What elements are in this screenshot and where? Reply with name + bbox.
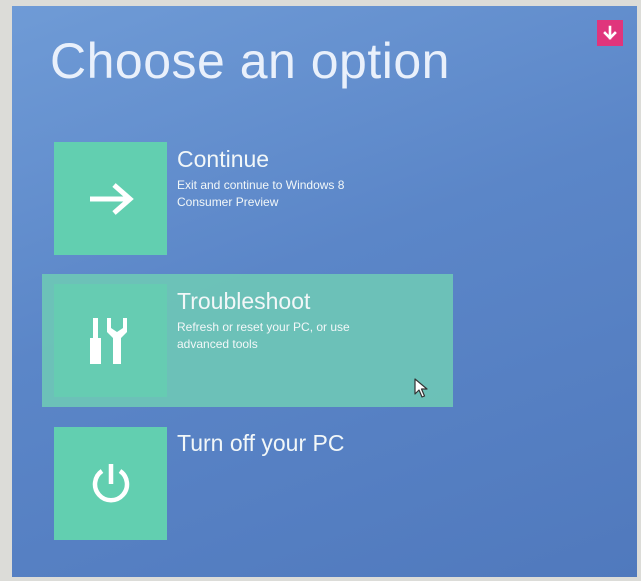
page-title: Choose an option [50,33,450,89]
option-title-troubleshoot: Troubleshoot [177,288,311,314]
troubleshoot-tile[interactable] [54,284,167,397]
scroll-down-button[interactable] [597,20,623,46]
arrow-down-icon [603,25,617,40]
mouse-cursor-icon [414,378,428,398]
option-description-troubleshoot: Refresh or reset your PC, or use advance… [177,320,350,351]
option-description-continue: Exit and continue to Windows 8 Consumer … [177,178,345,209]
recovery-screen: Choose an option Continue Exit and conti… [12,6,637,577]
arrow-right-icon [89,182,134,215]
continue-option[interactable]: Continue Exit and continue to Windows 8 … [177,146,397,211]
turn-off-tile[interactable] [54,427,167,540]
power-icon [92,463,129,502]
option-title-turn-off: Turn off your PC [177,430,345,456]
tools-icon [89,317,127,364]
troubleshoot-option[interactable]: Troubleshoot Refresh or reset your PC, o… [177,288,397,353]
turn-off-option[interactable]: Turn off your PC [177,430,344,457]
continue-tile[interactable] [54,142,167,255]
option-title-continue: Continue [177,146,270,172]
